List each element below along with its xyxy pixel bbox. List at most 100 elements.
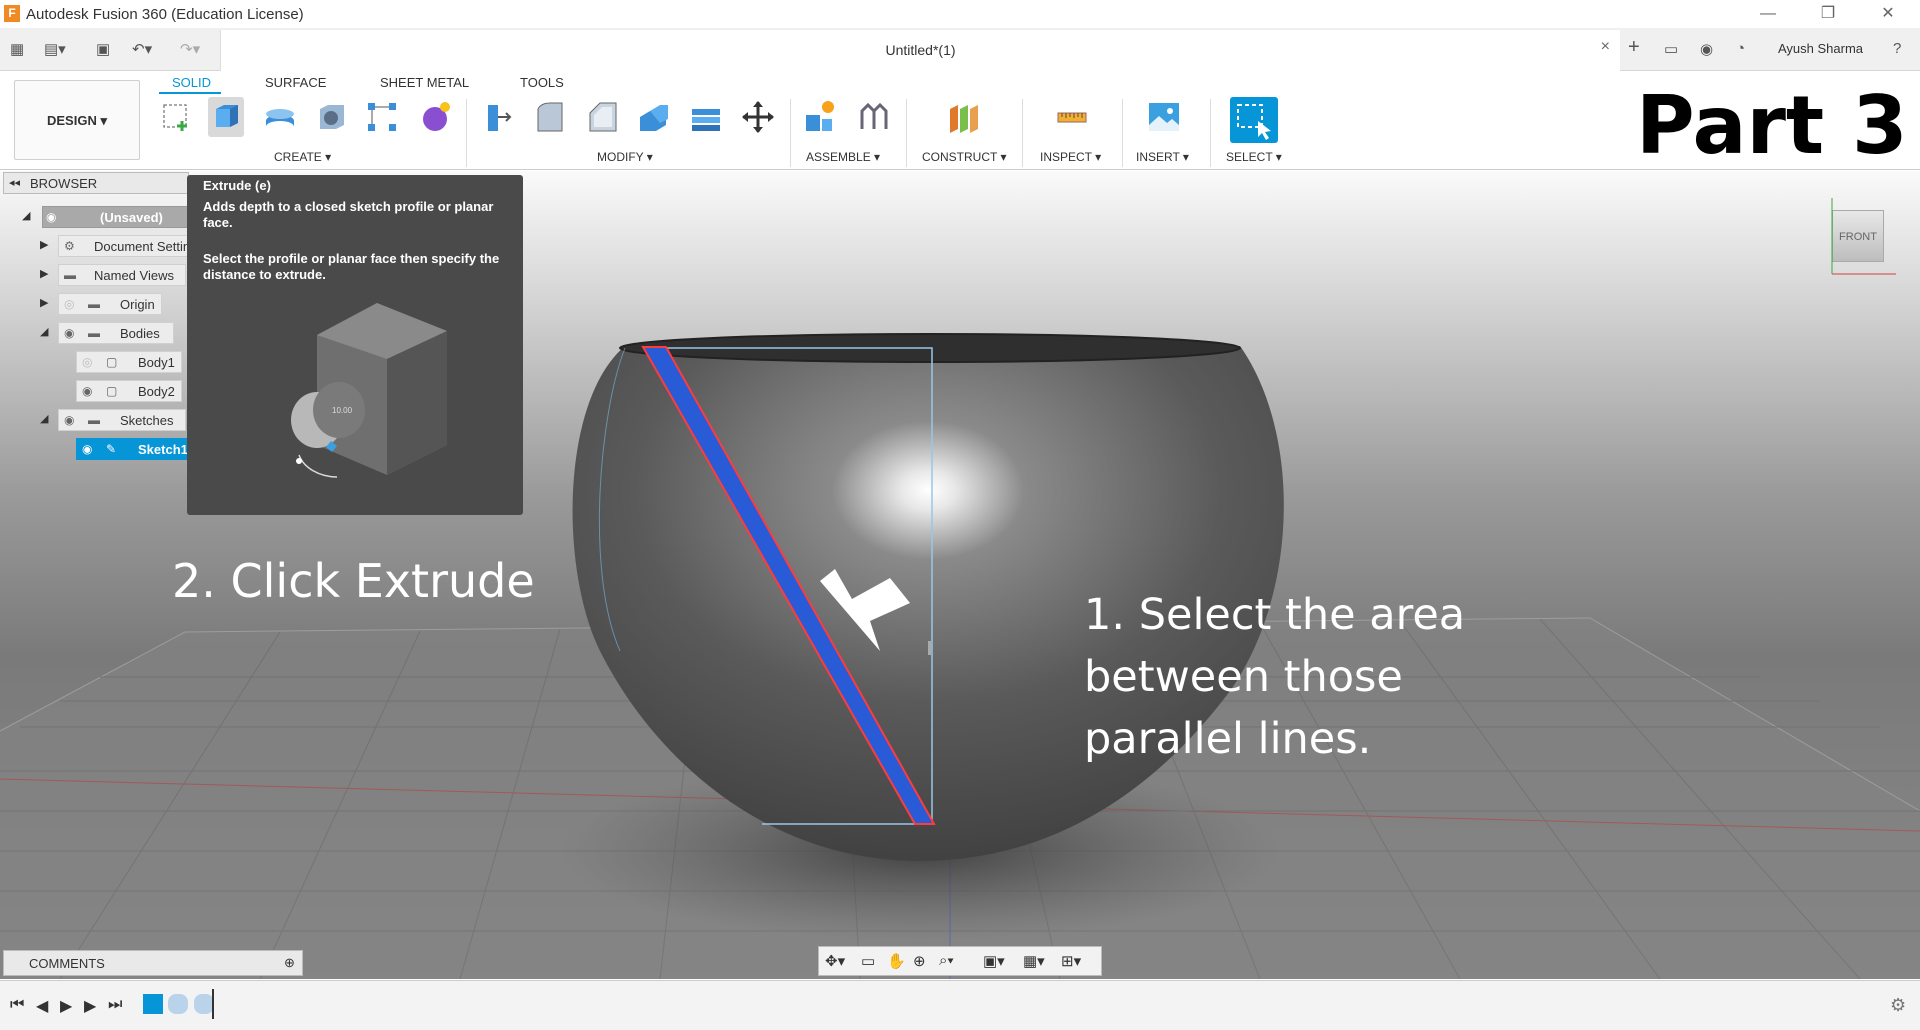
step-forward-icon[interactable]: ▶ <box>84 996 96 1016</box>
expand-toggle-icon[interactable]: ▶ <box>40 238 48 251</box>
combine-icon[interactable] <box>688 99 724 135</box>
eye-icon[interactable]: ◉ <box>46 210 56 224</box>
tooltip-description: Adds depth to a closed sketch profile or… <box>203 199 494 230</box>
go-to-start-icon[interactable]: ⏮ <box>10 996 24 1014</box>
display-settings-icon[interactable]: ▣▾ <box>983 952 1005 970</box>
insert-image-icon[interactable] <box>1146 99 1182 135</box>
tooltip-dimension: 10.00 <box>332 406 353 415</box>
gear-icon: ⚙ <box>64 239 75 253</box>
tree-item-label: Bodies <box>120 326 160 341</box>
maximize-icon[interactable]: ❐ <box>1808 2 1848 26</box>
create-menu[interactable]: CREATE ▾ <box>274 150 331 164</box>
eye-hidden-icon[interactable]: ◎ <box>64 297 74 311</box>
folder-icon: ▬ <box>88 326 100 340</box>
play-icon[interactable]: ▶ <box>60 996 72 1016</box>
new-component-icon[interactable] <box>802 99 838 135</box>
fillet-icon[interactable] <box>532 99 568 135</box>
hole-icon[interactable] <box>314 99 350 135</box>
collapse-icon[interactable]: ◂◂ <box>9 176 20 189</box>
eye-icon[interactable]: ◉ <box>64 413 74 427</box>
tab-sheet-metal[interactable]: SHEET METAL <box>380 75 469 90</box>
chamfer-icon[interactable] <box>584 99 620 135</box>
save-icon[interactable]: ▣ <box>96 40 110 58</box>
insert-menu[interactable]: INSERT ▾ <box>1136 150 1189 164</box>
extrude-tooltip: Extrude (e) Adds depth to a closed sketc… <box>187 175 523 515</box>
expand-toggle-icon[interactable]: ◢ <box>40 325 48 338</box>
tree-item-label: Body2 <box>138 384 175 399</box>
timeline-revolve-icon[interactable] <box>168 994 188 1014</box>
pan-icon[interactable]: ✋ <box>887 952 906 970</box>
title-bar: F Autodesk Fusion 360 (Education License… <box>0 0 1920 28</box>
eye-icon[interactable]: ◉ <box>64 326 74 340</box>
job-status-icon[interactable]: ◉ <box>1700 40 1713 58</box>
tab-surface[interactable]: SURFACE <box>265 75 326 90</box>
timeline-marker[interactable] <box>212 989 214 1019</box>
inspect-menu[interactable]: INSPECT ▾ <box>1040 150 1101 164</box>
step1-annotation: 1. Select the area between those paralle… <box>1084 590 1466 764</box>
undo-icon[interactable]: ↶▾ <box>132 40 152 58</box>
extrude-icon[interactable] <box>208 97 244 137</box>
notifications-icon[interactable]: ◔ <box>1736 40 1745 57</box>
grid-settings-icon[interactable]: ▦▾ <box>1023 952 1045 970</box>
ribbon-toolbar: DESIGN ▾ SOLID SURFACE SHEET METAL TOOLS… <box>0 71 1920 172</box>
comments-panel[interactable]: COMMENTS ⊕ <box>3 950 303 976</box>
offset-plane-icon[interactable] <box>946 99 982 135</box>
eye-icon[interactable]: ◉ <box>82 442 92 456</box>
construct-menu[interactable]: CONSTRUCT ▾ <box>922 150 1006 164</box>
help-icon[interactable]: ? <box>1893 40 1901 57</box>
pattern-icon[interactable] <box>364 99 400 135</box>
folder-icon: ▬ <box>64 268 76 282</box>
sketch-icon: ✎ <box>106 442 117 456</box>
move-copy-icon[interactable] <box>740 99 776 135</box>
close-tab-icon[interactable]: × <box>1601 38 1610 56</box>
measure-icon[interactable] <box>1054 99 1090 135</box>
expand-toggle-icon[interactable]: ▶ <box>40 296 48 309</box>
expand-toggle-icon[interactable]: ▶ <box>40 267 48 280</box>
select-menu[interactable]: SELECT ▾ <box>1226 150 1282 164</box>
go-to-end-icon[interactable]: ⏭ <box>108 996 122 1014</box>
expand-toggle-icon[interactable]: ◢ <box>40 412 48 425</box>
step-back-icon[interactable]: ◀ <box>36 996 48 1016</box>
press-pull-icon[interactable] <box>480 99 516 135</box>
close-icon[interactable]: ✕ <box>1868 2 1908 26</box>
minimize-icon[interactable]: — <box>1748 2 1788 26</box>
gear-icon[interactable]: ⚙ <box>1890 995 1906 1016</box>
file-icon[interactable]: ▤▾ <box>44 40 66 58</box>
user-name[interactable]: Ayush Sharma <box>1778 41 1863 56</box>
select-icon[interactable] <box>1230 97 1278 143</box>
group-divider <box>790 99 791 167</box>
redo-icon[interactable]: ↷▾ <box>180 40 200 58</box>
tooltip-instructions: Select the profile or planar face then s… <box>203 251 500 282</box>
timeline-feature-icon[interactable] <box>194 994 214 1014</box>
view-cube-axes <box>1831 198 1896 275</box>
viewports-icon[interactable]: ⊞▾ <box>1061 952 1081 970</box>
look-at-icon[interactable]: ▭ <box>861 952 875 970</box>
add-comment-icon[interactable]: ⊕ <box>284 955 295 971</box>
assemble-menu[interactable]: ASSEMBLE ▾ <box>806 150 880 164</box>
tab-solid[interactable]: SOLID <box>172 75 211 90</box>
joint-icon[interactable] <box>856 99 892 135</box>
eye-hidden-icon[interactable]: ◎ <box>82 355 92 369</box>
form-icon[interactable] <box>418 99 454 135</box>
zoom-icon[interactable]: ⊕ <box>913 952 926 970</box>
shell-icon[interactable] <box>636 99 672 135</box>
document-tab[interactable]: Untitled*(1) × <box>220 30 1620 71</box>
grid-icon[interactable]: ▦ <box>10 40 24 58</box>
expand-toggle-icon[interactable]: ◢ <box>22 209 30 222</box>
comments-label: COMMENTS <box>29 956 105 971</box>
create-sketch-icon[interactable] <box>158 99 194 135</box>
timeline-sketch-icon[interactable] <box>143 994 163 1014</box>
fit-icon[interactable]: ⌕▾ <box>939 952 954 969</box>
tab-tools[interactable]: TOOLS <box>520 75 564 90</box>
group-divider <box>1210 99 1211 167</box>
tree-item-label: Named Views <box>94 268 174 283</box>
eye-icon[interactable]: ◉ <box>82 384 92 398</box>
modify-menu[interactable]: MODIFY ▾ <box>597 150 653 164</box>
workspace-switcher-button[interactable]: DESIGN ▾ <box>14 80 140 160</box>
add-tab-icon[interactable]: + <box>1628 36 1640 59</box>
revolve-icon[interactable] <box>262 99 298 135</box>
browser-panel-header[interactable]: ◂◂ BROWSER <box>3 172 189 194</box>
comment-icon[interactable]: ▭ <box>1664 40 1678 58</box>
tree-item-label: Sketch1 <box>138 442 188 457</box>
orbit-icon[interactable]: ✥▾ <box>825 952 845 970</box>
